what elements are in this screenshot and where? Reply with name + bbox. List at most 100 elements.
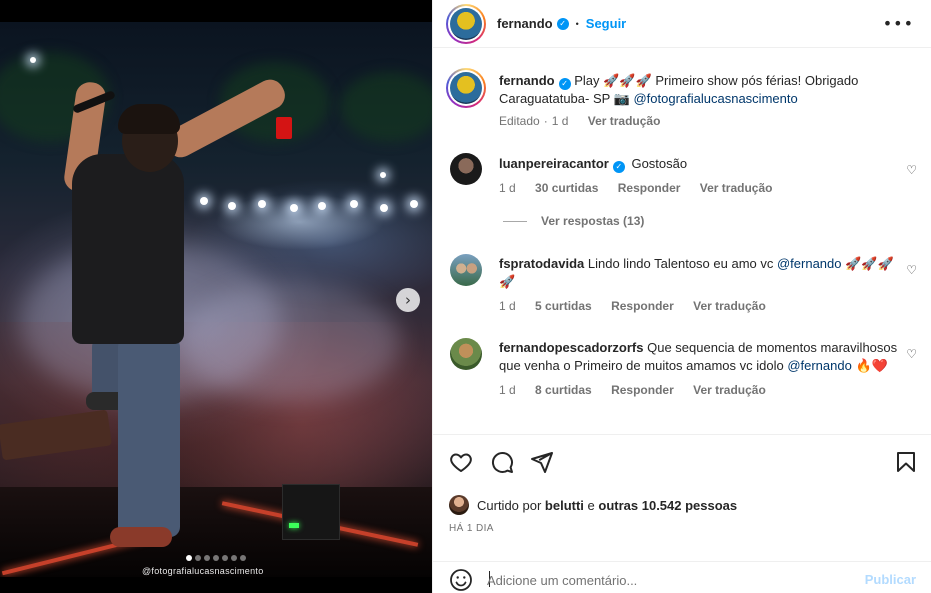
comment-reply-button[interactable]: Responder: [611, 383, 674, 397]
post-photo[interactable]: [0, 22, 432, 577]
comment-likes[interactable]: 30 curtidas: [535, 181, 598, 195]
comment-translate-link[interactable]: Ver tradução: [693, 299, 766, 313]
comment-mention[interactable]: @fernando: [777, 256, 842, 271]
carousel-dot[interactable]: [240, 555, 246, 561]
red-cup: [276, 117, 292, 139]
stage-light: [258, 200, 266, 208]
stage-light: [200, 197, 208, 205]
comment-item: luanpereiracantor ✓ Gostosão 1 d 30 curti…: [499, 155, 909, 195]
comment-mention[interactable]: @fernando: [787, 358, 852, 373]
post-view: › @fotografialucasnascimento fernando ✓ …: [0, 0, 931, 593]
comment-time: 1 d: [499, 383, 516, 397]
liked-prefix: Curtido por: [477, 497, 545, 513]
replies-divider: [503, 220, 527, 222]
liker-avatar[interactable]: [449, 495, 469, 515]
post-info-panel: fernando ✓ • Seguir ••• fernando ✓ Play 🚀…: [432, 0, 931, 593]
carousel-dot[interactable]: [213, 555, 219, 561]
performer-shirt: [72, 154, 184, 344]
carousel-indicator: [0, 555, 432, 561]
comment-avatar[interactable]: [450, 153, 482, 185]
comment-username[interactable]: luanpereiracantor: [499, 156, 609, 171]
heart-icon: ♡: [906, 347, 917, 361]
caption-translate-link[interactable]: Ver tradução: [588, 114, 661, 128]
stage-light: [290, 204, 298, 212]
comment-like-button[interactable]: ♡: [906, 347, 917, 361]
carousel-dot[interactable]: [195, 555, 201, 561]
caption-time: 1 d: [551, 114, 569, 128]
liked-mid: e: [583, 497, 599, 513]
stage-light: [380, 172, 386, 178]
emoji-icon[interactable]: [449, 568, 473, 592]
comment-like-button[interactable]: ♡: [906, 263, 917, 277]
verified-icon: ✓: [556, 17, 569, 30]
caption-mention[interactable]: @fotografialucasnascimento: [633, 91, 797, 106]
caption-meta: Editado · 1 d Ver tradução: [499, 114, 661, 128]
heart-icon: ♡: [906, 263, 917, 277]
heart-icon[interactable]: [449, 450, 473, 474]
comment-meta: 1 d 8 curtidas Responder Ver tradução: [499, 383, 899, 397]
stage-light: [30, 57, 36, 63]
comment-text-end: 🔥❤️: [851, 358, 888, 373]
comment-meta: 1 d 30 curtidas Responder Ver tradução: [499, 181, 909, 195]
post-header: fernando ✓ • Seguir •••: [433, 0, 931, 48]
comment-icon[interactable]: [490, 450, 514, 474]
comment-time: 1 d: [499, 299, 516, 313]
carousel-dot[interactable]: [186, 555, 192, 561]
follow-button[interactable]: Seguir: [586, 16, 626, 31]
view-replies-label: Ver respostas (13): [541, 214, 645, 228]
performer-jeans: [118, 337, 180, 537]
post-time-ago: HÁ 1 DIA: [449, 523, 494, 534]
carousel-dot[interactable]: [231, 555, 237, 561]
publish-button[interactable]: Publicar: [865, 572, 916, 587]
performer-shoe: [110, 527, 172, 547]
stage-smoke: [180, 282, 400, 402]
bookmark-icon[interactable]: [894, 450, 918, 474]
performer-hair: [118, 104, 180, 134]
carousel-dot[interactable]: [222, 555, 228, 561]
comment-item: fspratodavida Lindo lindo Talentoso eu a…: [499, 255, 909, 313]
comment-likes[interactable]: 8 curtidas: [535, 383, 592, 397]
comment-likes[interactable]: 5 curtidas: [535, 299, 592, 313]
liked-user[interactable]: belutti: [545, 498, 584, 513]
heart-icon: ♡: [906, 163, 917, 177]
comment-time: 1 d: [499, 181, 516, 195]
carousel-next-button[interactable]: ›: [396, 288, 420, 312]
comment-username[interactable]: fspratodavida: [499, 256, 584, 271]
comment-input[interactable]: [487, 570, 847, 590]
caption-username[interactable]: fernando: [499, 73, 555, 88]
comment-meta: 1 d 5 curtidas Responder Ver tradução: [499, 299, 909, 313]
likes-summary: Curtido por belutti e outras 10.542 pess…: [449, 495, 737, 515]
comment-reply-button[interactable]: Responder: [618, 181, 681, 195]
separator-dot: •: [575, 18, 579, 29]
comment-avatar[interactable]: [450, 254, 482, 286]
more-options-button[interactable]: •••: [883, 14, 914, 33]
background-palm: [340, 72, 432, 142]
media-panel: › @fotografialucasnascimento: [0, 0, 432, 593]
comment-text: Lindo lindo Talentoso eu amo vc: [587, 256, 777, 271]
caption-edited: Editado: [499, 114, 540, 128]
verified-icon: ✓: [612, 161, 625, 173]
comment-like-button[interactable]: ♡: [906, 163, 917, 177]
comment-translate-link[interactable]: Ver tradução: [700, 181, 773, 195]
author-username[interactable]: fernando: [497, 16, 553, 31]
stage-light: [350, 200, 358, 208]
comment-avatar[interactable]: [450, 338, 482, 370]
photo-watermark: @fotografialucasnascimento: [142, 566, 264, 576]
author-avatar[interactable]: [446, 4, 486, 44]
comment-username[interactable]: fernandopescadorzorfs: [499, 340, 643, 355]
carousel-dot[interactable]: [204, 555, 210, 561]
view-replies[interactable]: Ver respostas (13): [503, 214, 644, 228]
post-actions: Curtido por belutti e outras 10.542 pess…: [433, 434, 931, 593]
stage-monitor: [282, 484, 340, 540]
stage-light: [228, 202, 236, 210]
liked-others[interactable]: outras 10.542 pessoas: [598, 498, 737, 513]
header-info: fernando ✓ • Seguir: [497, 16, 626, 31]
caption-avatar[interactable]: [446, 68, 486, 108]
stage-light: [318, 202, 326, 210]
stage-light: [410, 200, 418, 208]
comment-translate-link[interactable]: Ver tradução: [693, 383, 766, 397]
chevron-right-icon: ›: [405, 290, 411, 309]
comment-item: fernandopescadorzorfs Que sequencia de m…: [499, 339, 899, 397]
comment-reply-button[interactable]: Responder: [611, 299, 674, 313]
share-icon[interactable]: [530, 450, 554, 474]
